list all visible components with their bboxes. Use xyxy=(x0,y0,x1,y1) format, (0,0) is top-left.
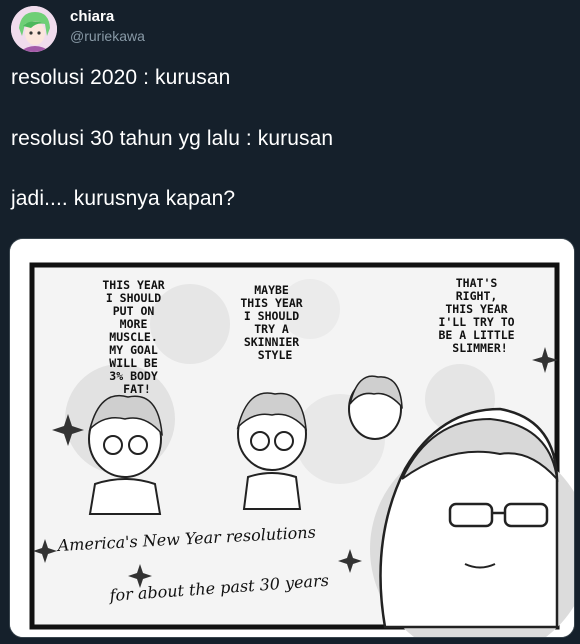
tweet-text-line: resolusi 30 tahun yg lalu : kurusan xyxy=(11,127,334,150)
tweet-image[interactable]: THIS YEAR I SHOULD PUT ON MORE MUSCLE. M… xyxy=(9,238,575,638)
bubble-line: PUT ON xyxy=(113,304,155,318)
tweet-text-line: resolusi 2020 : kurusan xyxy=(11,66,231,89)
bubble-line: WILL BE xyxy=(109,356,158,370)
bubble-line: MAYBE xyxy=(254,283,289,297)
bubble-line: SLIMMER! xyxy=(452,341,507,355)
bubble-line: 3% BODY xyxy=(109,369,158,383)
character-back xyxy=(348,375,403,440)
bubble-line: THIS YEAR xyxy=(445,302,507,316)
avatar[interactable] xyxy=(11,6,57,52)
tweet-text-line: jadi.... kurusnya kapan? xyxy=(11,187,236,210)
author-handle[interactable]: @ruriekawa xyxy=(70,28,145,44)
character-middle xyxy=(236,392,307,510)
tweet: chiara @ruriekawa resolusi 2020 : kurusa… xyxy=(0,0,580,644)
bubble-line: MORE xyxy=(120,317,148,331)
bubble-line: THIS YEAR xyxy=(240,296,302,310)
bubble-line: TRY A xyxy=(254,322,289,336)
character-left xyxy=(88,395,163,515)
bubble-line: FAT! xyxy=(123,382,151,396)
speech-bubble-left: THIS YEAR I SHOULD PUT ON MORE MUSCLE. M… xyxy=(102,278,171,396)
bubble-line: THAT'S xyxy=(456,276,498,290)
bubble-line: BE A LITTLE xyxy=(438,328,514,342)
bubble-line: THIS YEAR xyxy=(102,278,164,292)
bubble-line: MUSCLE. xyxy=(109,330,157,344)
bubble-line: SKINNIER xyxy=(244,335,299,349)
bubble-line: I SHOULD xyxy=(106,291,161,305)
bubble-line: STYLE xyxy=(258,348,293,362)
bubble-line: I'LL TRY TO xyxy=(438,315,514,329)
bubble-line: MY GOAL xyxy=(109,343,158,357)
author-name[interactable]: chiara xyxy=(70,8,114,25)
bubble-line: I SHOULD xyxy=(244,309,299,323)
bubble-line: RIGHT, xyxy=(456,289,498,303)
